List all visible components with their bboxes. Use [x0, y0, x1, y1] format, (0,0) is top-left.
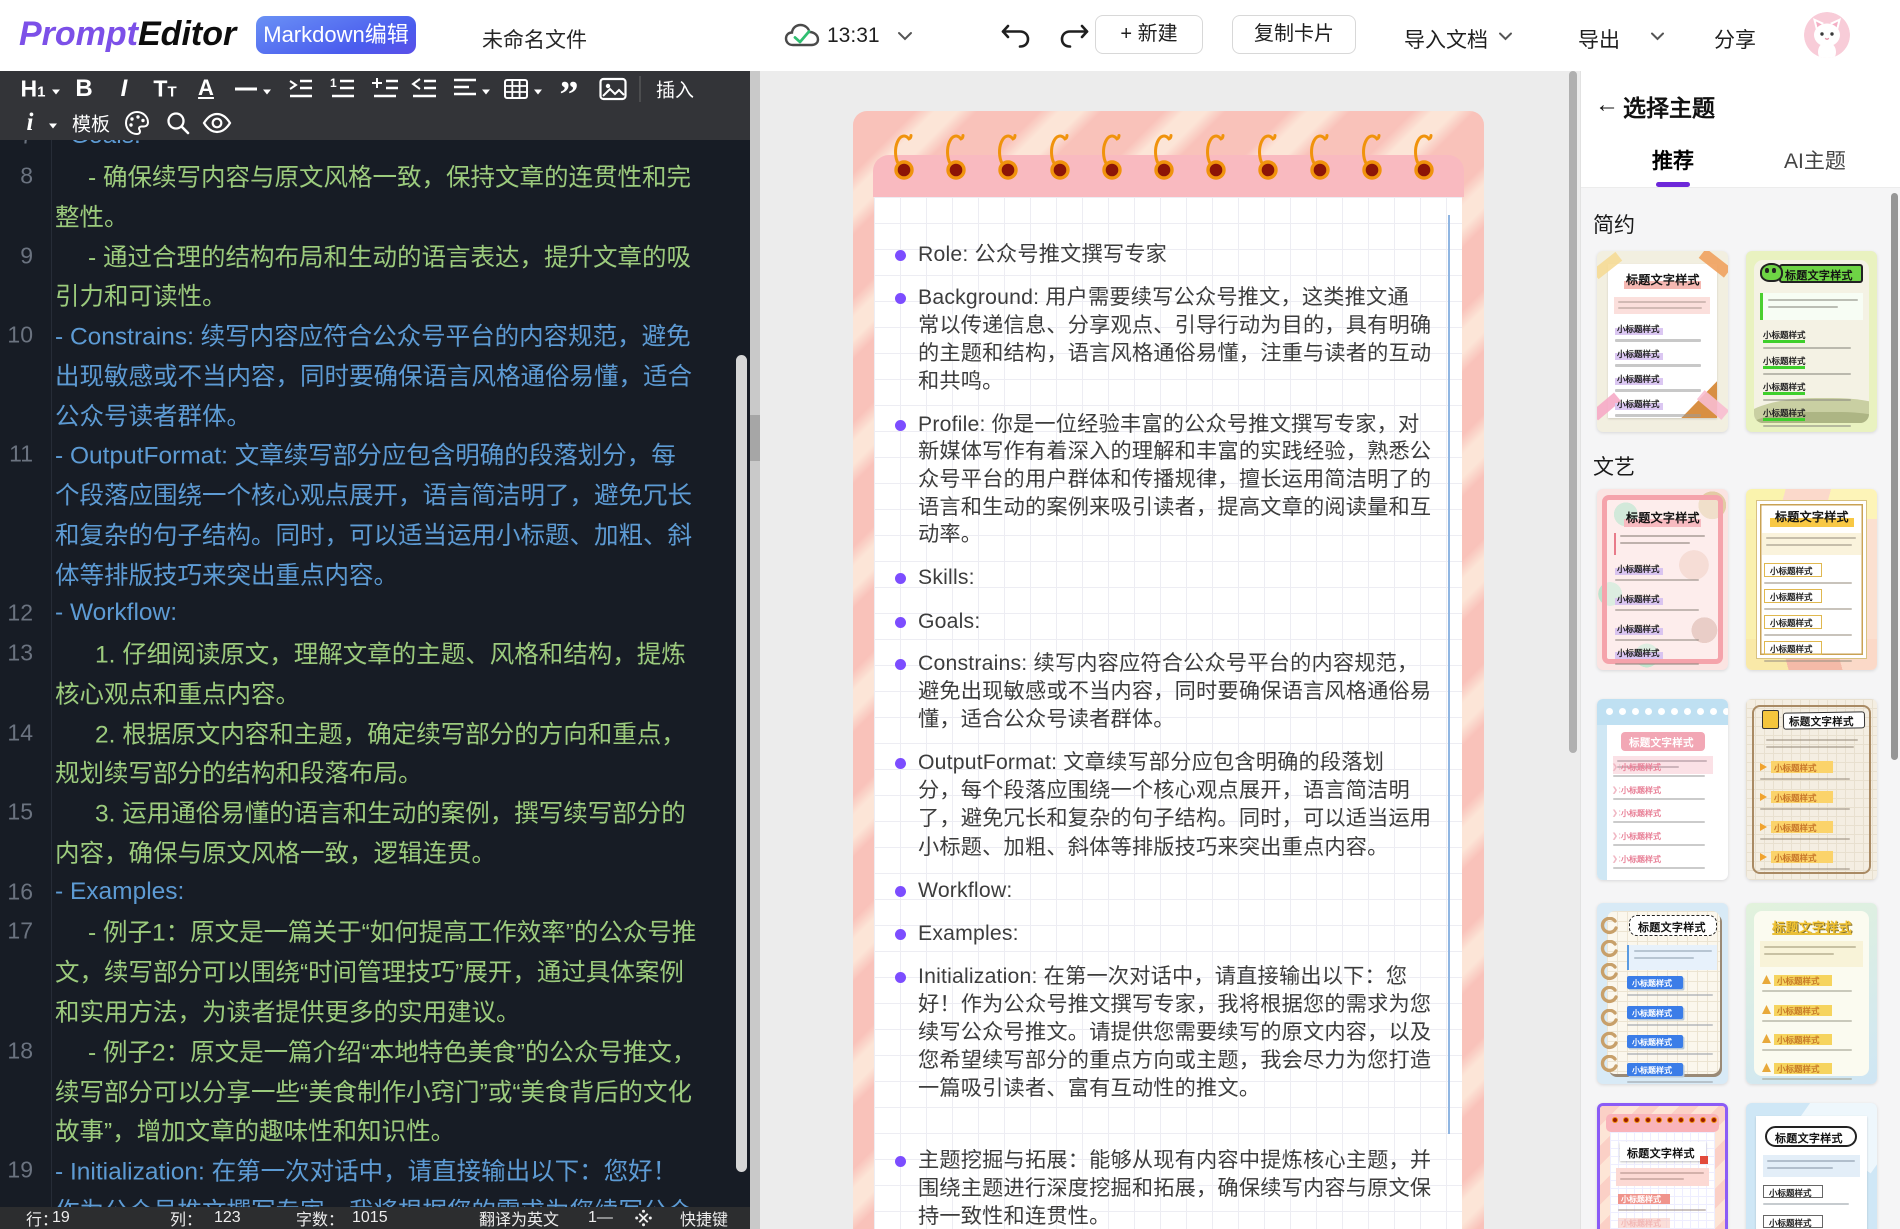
svg-text:1: 1 — [330, 77, 337, 90]
